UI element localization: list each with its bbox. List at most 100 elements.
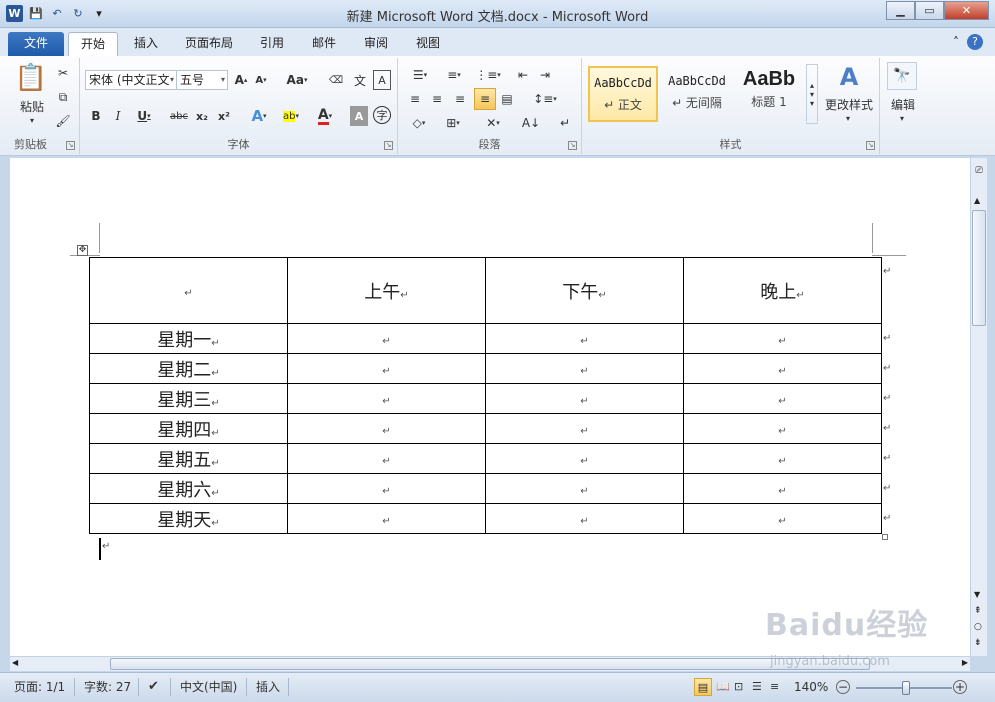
font-color-icon[interactable]: A ▾ [312, 106, 338, 126]
tab-file[interactable]: 文件 [8, 32, 64, 56]
shading-icon[interactable]: ◇ ▾ [406, 114, 432, 132]
table-cell[interactable]: ↵ [485, 323, 684, 354]
clear-format-icon[interactable]: ⌫ [326, 70, 346, 90]
scroll-right-icon[interactable]: ▶ [962, 658, 968, 667]
proofing-icon[interactable]: ✔ [148, 678, 159, 696]
grow-font-icon[interactable]: A ▴ [232, 70, 250, 90]
minimize-ribbon-icon[interactable]: ˄ [953, 35, 959, 49]
table-cell[interactable]: ↵ [683, 503, 882, 534]
row-label-cell[interactable]: 星期二↵ [89, 353, 288, 384]
tab-insert[interactable]: 插入 [128, 32, 164, 56]
outline-view-icon[interactable]: ☰ [752, 678, 762, 696]
web-layout-icon[interactable]: ⊡ [734, 678, 743, 696]
table-cell[interactable]: ↵ [485, 473, 684, 504]
print-layout-icon[interactable]: ▤ [694, 678, 712, 696]
bullets-icon[interactable]: ☰ ▾ [406, 66, 434, 84]
clipboard-launcher-icon[interactable]: ↘ [66, 141, 75, 150]
table-cell[interactable]: ↵ [683, 473, 882, 504]
character-border-icon[interactable]: A [373, 70, 391, 90]
tab-view[interactable]: 视图 [410, 32, 446, 56]
find-icon[interactable]: 🔭 [887, 62, 917, 90]
previous-page-icon[interactable]: ⇞ [974, 606, 982, 616]
minimize-button[interactable]: ▁ [886, 1, 915, 20]
strikethrough-icon[interactable]: abc [168, 106, 190, 126]
tab-page-layout[interactable]: 页面布局 [180, 32, 238, 56]
table-cell[interactable]: ↵ [683, 413, 882, 444]
font-launcher-icon[interactable]: ↘ [384, 141, 393, 150]
subscript-icon[interactable]: x₂ [193, 106, 211, 126]
table-cell[interactable]: ↵ [485, 443, 684, 474]
horizontal-scroll-thumb[interactable] [110, 658, 870, 670]
paste-dropdown-icon[interactable]: ▾ [22, 114, 42, 126]
multilevel-list-icon[interactable]: ⋮≡ ▾ [474, 66, 502, 84]
paragraph-launcher-icon[interactable]: ↘ [568, 141, 577, 150]
header-cell[interactable]: 下午↵ [485, 257, 684, 324]
style-normal[interactable]: AaBbCcDd ↵ 正文 [588, 66, 658, 122]
line-spacing-icon[interactable]: ↕≡ ▾ [532, 90, 558, 108]
copy-icon[interactable]: ⧉ [54, 88, 72, 106]
maximize-button[interactable]: ▭ [915, 1, 944, 20]
word-count[interactable]: 字数: 27 [84, 678, 131, 696]
change-styles-icon[interactable]: A [832, 62, 866, 92]
character-shading-icon[interactable]: A [350, 106, 368, 126]
zoom-level[interactable]: 140% [794, 678, 828, 696]
chinese-layout-icon[interactable]: ✕ ▾ [480, 114, 506, 132]
row-label-cell[interactable]: 星期四↵ [89, 413, 288, 444]
justify-icon[interactable]: ≡ [474, 88, 496, 110]
underline-icon[interactable]: U ▾ [132, 106, 156, 126]
superscript-icon[interactable]: x² [215, 106, 233, 126]
table-cell[interactable]: ↵ [683, 383, 882, 414]
next-page-icon[interactable]: ⇟ [974, 638, 982, 648]
table-cell[interactable]: ↵ [287, 353, 486, 384]
close-button[interactable]: ✕ [944, 1, 989, 20]
tab-references[interactable]: 引用 [254, 32, 290, 56]
row-label-cell[interactable]: 星期天↵ [89, 503, 288, 534]
zoom-slider-thumb[interactable] [902, 681, 910, 695]
change-styles-button[interactable]: 更改样式 [820, 96, 878, 112]
editing-dropdown-icon[interactable]: ▾ [894, 112, 910, 124]
full-screen-reading-icon[interactable]: 📖 [716, 678, 730, 696]
increase-indent-icon[interactable]: ⇥ [536, 66, 554, 84]
table-cell[interactable]: ↵ [287, 473, 486, 504]
editing-button[interactable]: 编辑 [884, 96, 922, 112]
enclose-characters-icon[interactable]: 字 [373, 106, 391, 124]
row-label-cell[interactable]: 星期一↵ [89, 323, 288, 354]
table-resize-handle-icon[interactable] [882, 534, 888, 540]
sort-icon[interactable]: A↓ [520, 114, 542, 132]
row-label-cell[interactable]: 星期五↵ [89, 443, 288, 474]
table-cell[interactable]: ↵ [287, 323, 486, 354]
table-cell[interactable]: ↵ [683, 443, 882, 474]
table-cell[interactable]: ↵ [485, 383, 684, 414]
format-painter-icon[interactable]: 🖌 [54, 112, 72, 130]
tab-home[interactable]: 开始 [68, 32, 118, 56]
help-icon[interactable]: ? [967, 34, 983, 50]
scroll-down-icon[interactable]: ▼ [974, 590, 980, 599]
paste-button[interactable]: 粘贴 [12, 98, 52, 114]
table-cell[interactable]: ↵ [485, 413, 684, 444]
align-center-icon[interactable]: ≡ [428, 90, 446, 108]
zoom-in-icon[interactable]: + [953, 680, 967, 694]
table-cell[interactable]: ↵ [683, 323, 882, 354]
align-left-icon[interactable]: ≡ [406, 90, 424, 108]
zoom-out-icon[interactable]: − [836, 680, 850, 694]
styles-scroll-icon[interactable]: ▴ ▾ ▾ [806, 64, 818, 124]
table-move-handle-icon[interactable]: ✥ [77, 245, 88, 256]
document-page[interactable]: ✥ ↵ 上午↵ 下午↵ 晚上↵ 星期一↵ ↵ ↵ ↵ 星期二↵ ↵ ↵ ↵ 星期… [10, 158, 970, 656]
font-size-combo[interactable]: 五号 ▾ [176, 70, 228, 90]
ruler-toggle-icon[interactable]: ⎚ [973, 166, 985, 178]
row-label-cell[interactable]: 星期六↵ [89, 473, 288, 504]
header-cell[interactable]: 晚上↵ [683, 257, 882, 324]
style-no-spacing[interactable]: AaBbCcDd ↵ 无间隔 [662, 66, 732, 122]
italic-icon[interactable]: I [110, 106, 126, 126]
phonetic-guide-icon[interactable]: 文 [350, 70, 370, 90]
change-styles-dropdown-icon[interactable]: ▾ [840, 112, 856, 124]
paste-icon[interactable]: 📋 [14, 60, 48, 96]
browse-object-icon[interactable]: ○ [974, 622, 982, 632]
borders-icon[interactable]: ⊞ ▾ [440, 114, 466, 132]
shrink-font-icon[interactable]: A ▾ [252, 70, 270, 90]
row-label-cell[interactable]: 星期三↵ [89, 383, 288, 414]
header-cell[interactable]: 上午↵ [287, 257, 486, 324]
highlight-icon[interactable]: ab ▾ [278, 106, 304, 126]
styles-launcher-icon[interactable]: ↘ [866, 141, 875, 150]
language[interactable]: 中文(中国) [180, 678, 237, 696]
